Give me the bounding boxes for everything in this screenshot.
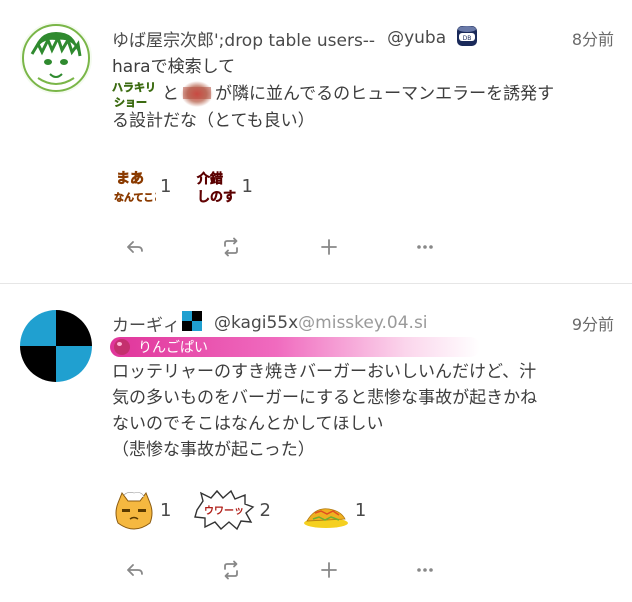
reaction-button[interactable]: まあ なんてこと 1 xyxy=(112,166,172,206)
reaction-count: 1 xyxy=(160,175,172,197)
username-host: @misskey.04.si xyxy=(298,313,428,333)
reaction-button[interactable]: 介錯 しのす 1 xyxy=(193,166,253,206)
note-footer xyxy=(112,556,452,584)
more-button[interactable] xyxy=(410,556,440,584)
reaction-emoji-text: ウワーッ xyxy=(204,505,244,517)
renote-button[interactable] xyxy=(216,233,246,261)
reaction-count: 2 xyxy=(259,499,271,521)
blurred-emoji xyxy=(179,79,215,109)
note-text-line: 気の多いものをバーガーにすると悲惨な事故が起きかね xyxy=(112,388,538,408)
reaction-count: 1 xyxy=(160,499,172,521)
reactions-bar: 1 ウワーッ 2 1 xyxy=(112,488,380,532)
note-item: ゆば屋宗次郎';drop table users-- @yuba DB 8分前 … xyxy=(0,0,632,283)
react-button[interactable] xyxy=(314,233,344,261)
timestamp[interactable]: 8分前 xyxy=(572,26,614,50)
svg-text:ハラキリ: ハラキリ xyxy=(112,81,156,94)
note-text: haraで検索して ハラキリ ショー と が隣に並んでるのヒューマンエラーを誘発… xyxy=(112,54,614,134)
uwaa-emoji: ウワーッ xyxy=(193,489,255,531)
note-text-to: と xyxy=(162,84,179,104)
note-text-line: る設計だな（とても良い） xyxy=(112,111,315,131)
reply-button[interactable] xyxy=(120,556,150,584)
reaction-button[interactable]: 1 xyxy=(301,489,366,531)
reaction-button[interactable]: 1 xyxy=(112,489,171,531)
plus-icon xyxy=(321,239,337,255)
note-text-line: ロッテリャーのすき焼きバーガーおいしいんだけど、汁 xyxy=(112,362,537,382)
apple-icon xyxy=(114,339,130,355)
note-footer xyxy=(112,233,452,261)
reply-icon xyxy=(127,241,143,253)
avatar[interactable] xyxy=(20,22,92,94)
reaction-count: 1 xyxy=(241,175,253,197)
username[interactable]: @yuba xyxy=(387,28,446,48)
more-icon xyxy=(417,245,433,249)
reply-button[interactable] xyxy=(120,233,150,261)
reactions-bar: まあ なんてこと 1 介錯 しのす 1 xyxy=(112,164,267,208)
svg-text:DB: DB xyxy=(463,35,472,42)
svg-text:まあ: まあ xyxy=(116,171,144,187)
reply-icon xyxy=(127,564,143,576)
spilled-burger-emoji xyxy=(301,489,351,531)
react-button[interactable] xyxy=(314,556,344,584)
renote-icon xyxy=(224,560,238,580)
maa-nantekoto-emoji: まあ なんてこと xyxy=(112,166,164,206)
crying-cat-emoji xyxy=(112,489,156,531)
note-header: ゆば屋宗次郎';drop table users-- @yuba DB 8分前 xyxy=(112,24,614,53)
username-local: @kagi55x xyxy=(214,313,299,333)
kaishaku-emoji: 介錯 しのす xyxy=(193,166,237,206)
username[interactable]: @kagi55x@misskey.04.si xyxy=(214,313,428,333)
more-icon xyxy=(417,568,433,572)
timestamp[interactable]: 9分前 xyxy=(572,311,614,335)
note-text-line: ないのでそこはなんとかしてほしい xyxy=(112,414,384,434)
role-label: りんごぱい xyxy=(138,340,208,356)
more-button[interactable] xyxy=(410,233,440,261)
checker-emoji xyxy=(182,310,202,336)
note-text: ロッテリャーのすき焼きバーガーおいしいんだけど、汁 気の多いものをバーガーにする… xyxy=(112,359,614,463)
note-header: カーギィ @kagi55x@misskey.04.si 9分前 xyxy=(112,310,614,336)
note-text-line: （悲惨な事故が起こった） xyxy=(112,440,315,460)
display-name[interactable]: ゆば屋宗次郎';drop table users-- xyxy=(112,26,375,51)
renote-icon xyxy=(224,237,238,257)
reaction-count: 1 xyxy=(354,499,367,521)
role-badge[interactable]: りんごぱい xyxy=(110,337,480,357)
harakiri-show-emoji: ハラキリ ショー xyxy=(112,79,160,110)
avatar[interactable] xyxy=(20,310,92,382)
svg-text:介錯: 介錯 xyxy=(196,171,223,187)
note-text-line: haraで検索して xyxy=(112,57,236,77)
reaction-button[interactable]: ウワーッ 2 xyxy=(193,489,271,531)
role-badge-row: りんごぱい xyxy=(110,337,480,359)
plus-icon xyxy=(321,562,337,578)
display-name[interactable]: カーギィ xyxy=(112,311,180,336)
renote-button[interactable] xyxy=(216,556,246,584)
note-divider xyxy=(0,283,632,284)
database-can-emoji: DB xyxy=(454,24,480,53)
svg-text:しのす: しのす xyxy=(197,190,236,205)
note-text-line: が隣に並んでるのヒューマンエラーを誘発す xyxy=(215,84,555,104)
svg-text:なんてこと: なんてこと xyxy=(114,192,156,204)
